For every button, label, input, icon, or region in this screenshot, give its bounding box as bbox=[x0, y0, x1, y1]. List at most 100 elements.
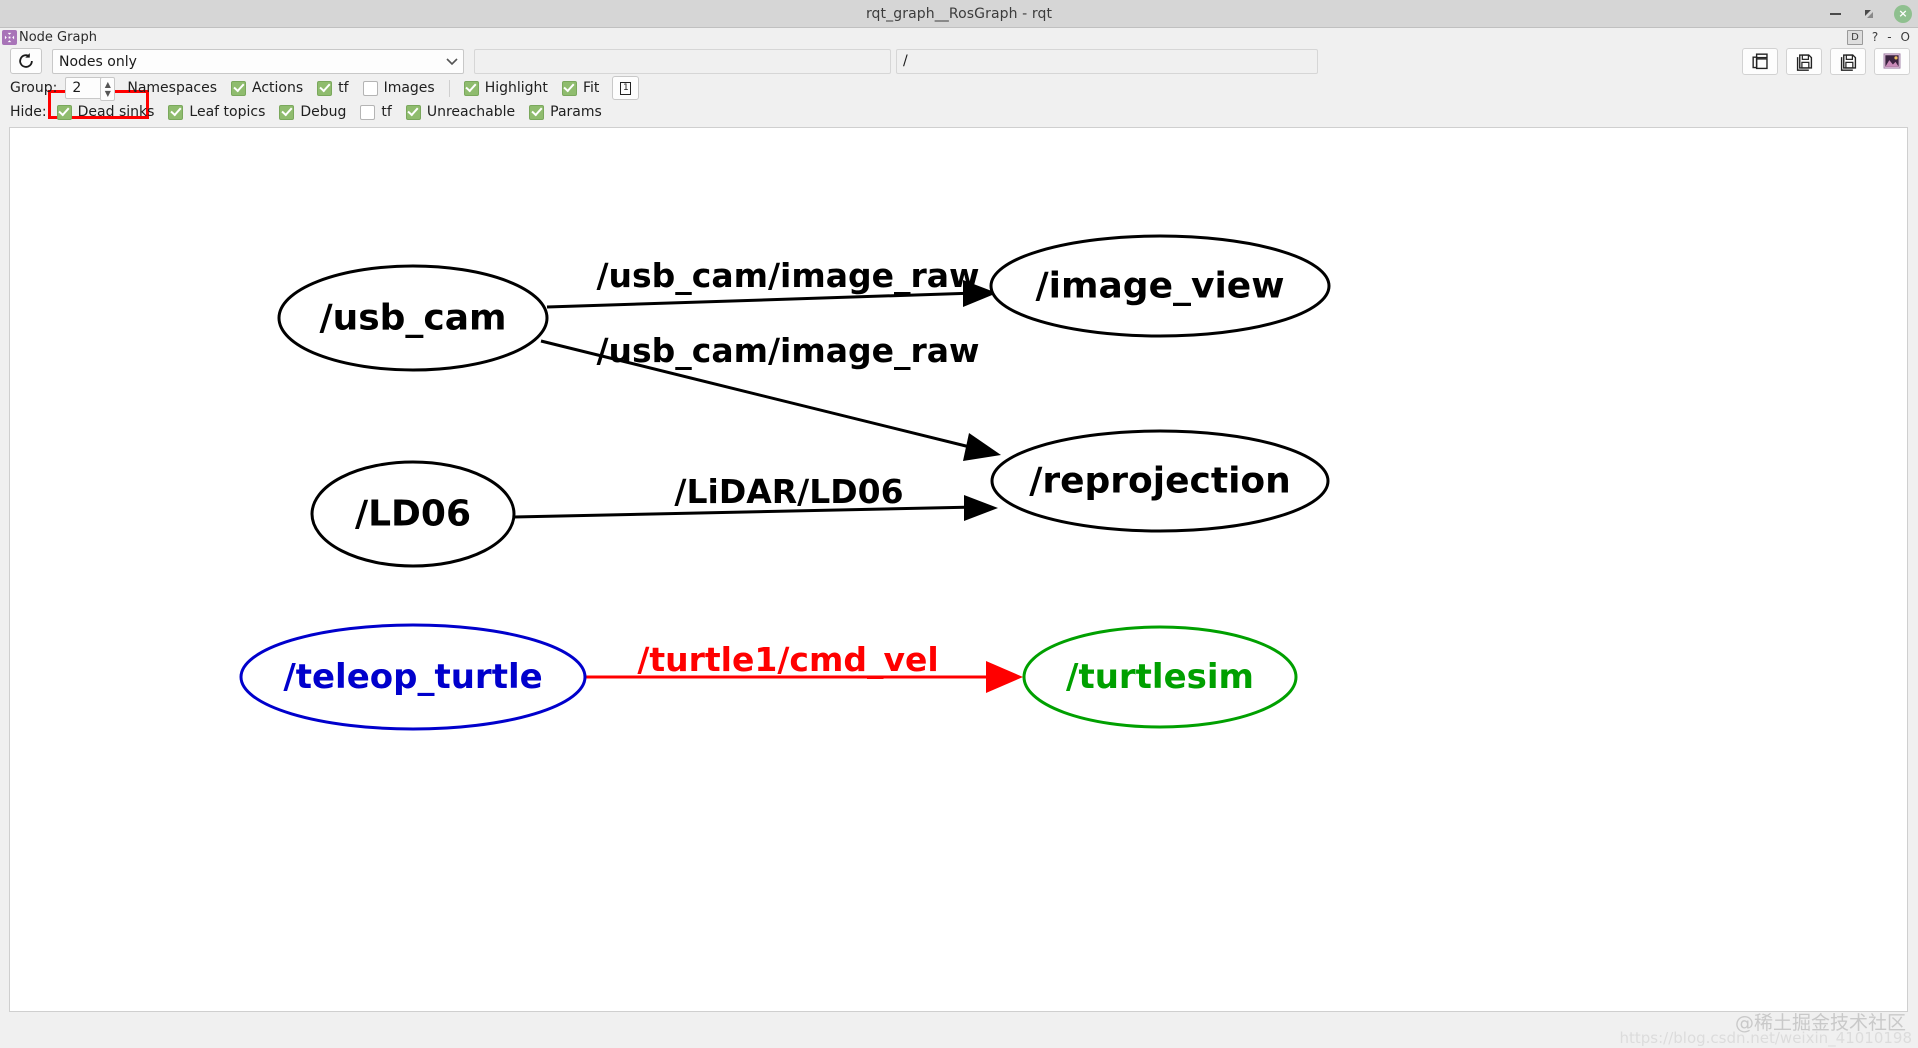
node-label: /turtlesim bbox=[1066, 657, 1254, 697]
toolbar-action-buttons bbox=[1742, 47, 1910, 75]
checkbox-fit-label: Fit bbox=[582, 80, 600, 96]
checkbox-tf[interactable]: tf bbox=[317, 80, 349, 96]
checkbox-highlight-box[interactable] bbox=[463, 80, 479, 96]
graph-node-image_view[interactable]: /image_view bbox=[989, 234, 1331, 338]
graph-edges-layer: /usb_cam/image_raw/usb_cam/image_raw/LiD… bbox=[513, 256, 1023, 693]
checkbox-unreachable-label: Unreachable bbox=[426, 104, 516, 120]
maximize-button[interactable] bbox=[1860, 5, 1878, 23]
close-button[interactable]: × bbox=[1894, 5, 1912, 23]
checkbox-leaf-topics-box[interactable] bbox=[168, 104, 184, 120]
refresh-button[interactable] bbox=[10, 48, 42, 74]
panel-title: Node Graph bbox=[19, 29, 97, 45]
panel-close-button[interactable]: O bbox=[1901, 30, 1910, 44]
node-label: /teleop_turtle bbox=[283, 657, 542, 697]
group-spinner-arrows[interactable]: ▲ ▼ bbox=[100, 77, 116, 101]
float-button[interactable]: - bbox=[1887, 30, 1891, 44]
checkbox-highlight[interactable]: Highlight bbox=[463, 80, 548, 96]
edge-label: /LiDAR/LD06 bbox=[674, 472, 903, 511]
group-spinner-value: 2 bbox=[72, 80, 82, 96]
panel-action-buttons: D ? - O bbox=[1847, 28, 1910, 46]
graph-node-turtlesim[interactable]: /turtlesim bbox=[1022, 625, 1298, 729]
dock-button[interactable]: D bbox=[1847, 29, 1863, 45]
save-as-dot-button[interactable] bbox=[1786, 47, 1822, 75]
node-label: /usb_cam bbox=[319, 298, 506, 339]
edge-line bbox=[546, 291, 977, 309]
checkbox-fit[interactable]: Fit bbox=[561, 80, 600, 96]
checkbox-images[interactable]: Images bbox=[362, 80, 435, 96]
fit-in-view-button[interactable]: 1 bbox=[612, 76, 640, 100]
checkbox-actions[interactable]: Actions bbox=[231, 80, 303, 96]
checkbox-images-box[interactable] bbox=[362, 80, 378, 96]
checkbox-dead-sinks[interactable]: Dead sinks bbox=[56, 104, 155, 120]
save-as-image-button[interactable] bbox=[1874, 47, 1910, 75]
graph-edge-usb-to-reprojection[interactable]: /usb_cam/image_raw bbox=[540, 331, 1001, 461]
checkbox-highlight-label: Highlight bbox=[484, 80, 548, 96]
arrowhead-icon bbox=[986, 661, 1023, 693]
copy-icon bbox=[1751, 52, 1768, 69]
chevron-down-icon[interactable]: ▼ bbox=[105, 89, 111, 98]
chevron-down-icon bbox=[441, 57, 463, 66]
hide-options-row: Hide: Dead sinks Leaf topics Debug tf Un… bbox=[0, 101, 1918, 123]
graph-edge-ld06-to-reprojection[interactable]: /LiDAR/LD06 bbox=[513, 472, 998, 521]
help-button[interactable]: ? bbox=[1872, 30, 1878, 44]
arrowhead-icon bbox=[964, 495, 998, 521]
window-controls: × bbox=[1826, 0, 1912, 28]
edge-label: /usb_cam/image_raw bbox=[596, 256, 979, 295]
graph-filter-combo[interactable]: Nodes only bbox=[52, 49, 464, 74]
toolbar-separator bbox=[448, 79, 450, 97]
edge-label: /turtle1/cmd_vel bbox=[637, 640, 938, 679]
checkbox-unreachable[interactable]: Unreachable bbox=[405, 104, 516, 120]
save-dot-icon bbox=[1796, 53, 1812, 71]
checkbox-actions-label: Actions bbox=[252, 80, 304, 96]
checkbox-dead-sinks-label: Dead sinks bbox=[77, 104, 155, 120]
save-as-svg-button[interactable] bbox=[1830, 47, 1866, 75]
checkbox-actions-box[interactable] bbox=[231, 80, 247, 96]
node-label: /image_view bbox=[1036, 266, 1285, 307]
graph-node-reprojection[interactable]: /reprojection bbox=[990, 429, 1330, 533]
group-spinner[interactable]: 2 ▲ ▼ bbox=[65, 77, 116, 101]
checkbox-leaf-topics[interactable]: Leaf topics bbox=[168, 104, 265, 120]
minimize-button[interactable] bbox=[1826, 5, 1844, 23]
graph-edge-teleop-to-turtlesim[interactable]: /turtle1/cmd_vel bbox=[586, 640, 1023, 693]
status-bar bbox=[0, 1013, 1918, 1048]
checkbox-params-label: Params bbox=[550, 104, 602, 120]
checkbox-hide-tf[interactable]: tf bbox=[360, 104, 392, 120]
namespaces-label[interactable]: Namespaces bbox=[127, 80, 217, 96]
save-svg-icon bbox=[1840, 53, 1856, 71]
close-icon: × bbox=[1898, 7, 1908, 20]
checkbox-params[interactable]: Params bbox=[529, 104, 602, 120]
graph-filter-value: Nodes only bbox=[59, 53, 137, 70]
checkbox-debug[interactable]: Debug bbox=[279, 104, 346, 120]
graph-edge-usb-to-imageview[interactable]: /usb_cam/image_raw bbox=[546, 256, 997, 309]
group-options-row: Group: 2 ▲ ▼ Namespaces Actions tf Image… bbox=[0, 76, 1918, 101]
graph-node-teleop_turtle[interactable]: /teleop_turtle bbox=[239, 623, 587, 731]
refresh-icon bbox=[19, 53, 33, 68]
window-title: rqt_graph__RosGraph - rqt bbox=[865, 5, 1053, 22]
checkbox-tf-label: tf bbox=[338, 80, 349, 96]
graph-node-ld06[interactable]: /LD06 bbox=[310, 460, 516, 568]
maximize-icon bbox=[1865, 10, 1873, 18]
chevron-up-icon[interactable]: ▲ bbox=[105, 80, 111, 89]
checkbox-tf-box[interactable] bbox=[317, 80, 333, 96]
graph-node-usb_cam[interactable]: /usb_cam bbox=[277, 264, 549, 372]
edge-label: /usb_cam/image_raw bbox=[596, 331, 979, 370]
checkbox-fit-box[interactable] bbox=[561, 80, 577, 96]
ros-graph-canvas[interactable]: /usb_cam/image_raw/usb_cam/image_raw/LiD… bbox=[9, 127, 1908, 1012]
checkbox-debug-box[interactable] bbox=[279, 104, 295, 120]
copy-to-clipboard-button[interactable] bbox=[1742, 47, 1778, 75]
arrowhead-icon bbox=[963, 433, 1001, 461]
checkbox-hide-tf-box[interactable] bbox=[360, 104, 376, 120]
checkbox-images-label: Images bbox=[383, 80, 435, 96]
node-label: /LD06 bbox=[355, 494, 471, 535]
topic-filter-input[interactable] bbox=[474, 49, 891, 74]
namespace-filter-input[interactable]: / bbox=[896, 49, 1318, 74]
node-label: /reprojection bbox=[1029, 461, 1291, 502]
ros-graph-svg: /usb_cam/image_raw/usb_cam/image_raw/LiD… bbox=[239, 234, 1331, 731]
checkbox-unreachable-box[interactable] bbox=[405, 104, 421, 120]
image-icon bbox=[1883, 53, 1901, 69]
checkbox-debug-label: Debug bbox=[300, 104, 347, 120]
checkbox-params-box[interactable] bbox=[529, 104, 545, 120]
group-label: Group: bbox=[10, 80, 58, 96]
checkbox-dead-sinks-box[interactable] bbox=[56, 104, 72, 120]
graph-toolbar: Nodes only / bbox=[0, 46, 1918, 119]
